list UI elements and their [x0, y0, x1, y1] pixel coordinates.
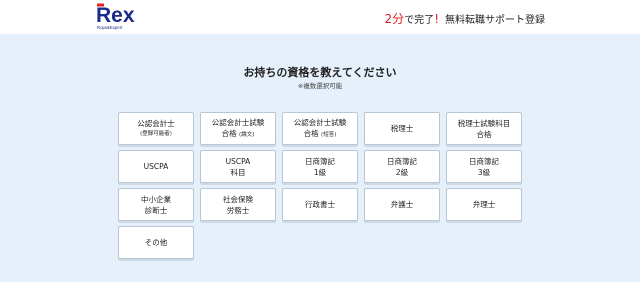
option-label: USCPA	[225, 156, 251, 166]
option-cpa-exam-short[interactable]: 公認会計士試験 合格 (短答)	[282, 112, 358, 145]
option-cpa-exam-essay[interactable]: 公認会計士試験 合格 (論文)	[200, 112, 276, 145]
cta-exclaim: !	[434, 12, 439, 26]
option-tax-accountant[interactable]: 税理士	[364, 112, 440, 145]
option-label-line2: 合格 (論文)	[221, 128, 255, 138]
option-uscpa-subject[interactable]: USCPA 科目	[200, 150, 276, 183]
cta-text-complete: で完了	[404, 15, 435, 26]
option-uscpa[interactable]: USCPA	[118, 150, 194, 183]
question-panel: お持ちの資格を教えてください ※複数選択可能 公認会計士 (登録可能者) 公認会…	[0, 34, 640, 282]
option-admin-scrivener[interactable]: 行政書士	[282, 188, 358, 221]
option-label: 弁理士	[472, 200, 496, 209]
option-bookkeeping-1[interactable]: 日商簿記 1級	[282, 150, 358, 183]
option-label-line2: 2級	[395, 167, 409, 177]
option-label-line2: 1級	[313, 167, 327, 177]
option-label: 税理士	[390, 124, 414, 133]
header: Rex Rops&Expert 2分 で完了 ! 無料転職サポート登録	[0, 0, 640, 34]
option-sme-consultant[interactable]: 中小企業 診断士	[118, 188, 194, 221]
option-label-line2: 労務士	[226, 205, 250, 215]
cta-text-register: 無料転職サポート登録	[445, 15, 545, 26]
logo-text: Rex	[96, 4, 135, 27]
option-label: 公認会計士試験	[211, 117, 265, 127]
option-label: 税理士試験科目	[457, 118, 511, 128]
cta-duration: 2分	[384, 12, 405, 26]
option-label: 弁護士	[390, 200, 414, 209]
option-label: 中小企業	[141, 194, 171, 204]
option-label: 日商簿記	[305, 156, 335, 166]
logo-subtext: Rops&Expert	[97, 25, 123, 30]
option-sublabel: (論文)	[239, 131, 255, 138]
option-label: 公認会計士	[137, 118, 175, 128]
option-label: 公認会計士試験	[293, 117, 347, 127]
option-sublabel: (短答)	[321, 131, 337, 138]
option-other[interactable]: その他	[118, 226, 194, 259]
option-tax-exam-subject[interactable]: 税理士試験科目 合格	[446, 112, 522, 145]
rex-logo[interactable]: Rex Rops&Expert	[96, 3, 136, 31]
option-label-line2: 3級	[477, 167, 491, 177]
qualification-options: 公認会計士 (登録可能者) 公認会計士試験 合格 (論文) 公認会計士試験 合格…	[118, 112, 522, 259]
question-title: お持ちの資格を教えてください	[243, 66, 397, 79]
signup-cta[interactable]: 2分 で完了 ! 無料転職サポート登録	[385, 10, 545, 27]
option-label-line2: 合格 (短答)	[303, 128, 337, 138]
option-labor-consultant[interactable]: 社会保険 労務士	[200, 188, 276, 221]
option-label-line2: 合格	[476, 129, 492, 139]
option-label: 日商簿記	[387, 156, 417, 166]
option-sublabel: (登録可能者)	[140, 130, 172, 137]
option-patent-attorney[interactable]: 弁理士	[446, 188, 522, 221]
option-lawyer[interactable]: 弁護士	[364, 188, 440, 221]
option-label-line2: 診断士	[144, 205, 168, 215]
option-label: 日商簿記	[469, 156, 499, 166]
option-label: 行政書士	[305, 200, 335, 209]
option-label: USCPA	[143, 162, 169, 171]
option-label: その他	[144, 238, 168, 247]
option-label-line2: 科目	[230, 167, 246, 177]
option-bookkeeping-3[interactable]: 日商簿記 3級	[446, 150, 522, 183]
option-bookkeeping-2[interactable]: 日商簿記 2級	[364, 150, 440, 183]
question-note: ※複数選択可能	[297, 82, 343, 90]
option-label: 社会保険	[223, 194, 253, 204]
option-cpa[interactable]: 公認会計士 (登録可能者)	[118, 112, 194, 145]
